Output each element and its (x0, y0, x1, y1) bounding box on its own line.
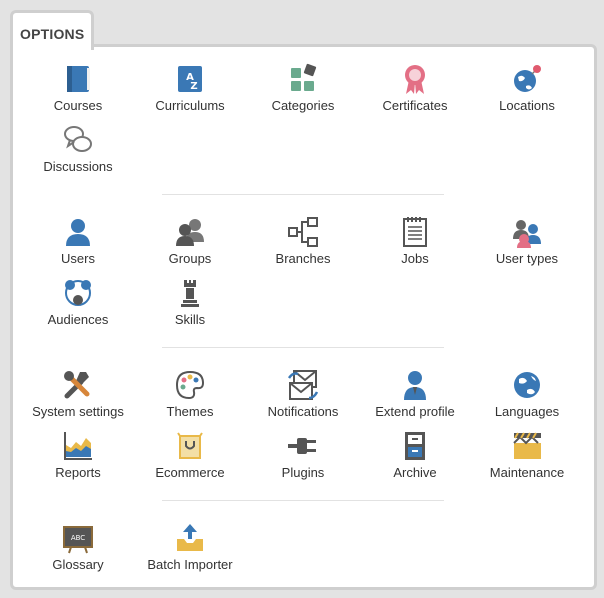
languages-option[interactable]: Languages (471, 368, 583, 419)
curriculums-option[interactable]: A Z Curriculums (134, 62, 246, 113)
options-tab-label: OPTIONS (20, 26, 85, 42)
archive-option[interactable]: Archive (359, 429, 471, 480)
ecommerce-label: Ecommerce (155, 465, 225, 480)
locations-label: Locations (499, 98, 555, 113)
courses-label: Courses (53, 98, 103, 113)
tree-branches-icon (288, 217, 318, 247)
speech-bubbles-icon (64, 126, 92, 152)
notifications-label: Notifications (267, 404, 339, 419)
categories-icon (291, 63, 317, 91)
maintenance-option[interactable]: Maintenance (471, 429, 583, 480)
plug-icon (288, 438, 316, 454)
upload-tray-icon (177, 524, 203, 551)
system-settings-label: System settings (32, 404, 124, 419)
ribbon-icon (405, 65, 425, 94)
batch-importer-label: Batch Importer (147, 557, 233, 572)
section-divider (162, 500, 444, 501)
themes-option[interactable]: Themes (134, 368, 246, 419)
maintenance-label: Maintenance (489, 465, 565, 480)
branches-option[interactable]: Branches (247, 215, 359, 266)
palette-icon (175, 370, 205, 400)
globe-icon (514, 372, 540, 398)
skills-label: Skills (174, 312, 206, 327)
audiences-label: Audiences (47, 312, 109, 327)
section-divider (162, 347, 444, 348)
notepad-icon (403, 217, 427, 247)
courses-option[interactable]: Courses (22, 62, 134, 113)
tools-icon (64, 371, 90, 399)
user-types-option[interactable]: User types (471, 215, 583, 266)
shopping-bag-icon (177, 432, 203, 459)
chart-icon (64, 432, 92, 460)
users-option[interactable]: Users (22, 215, 134, 266)
archive-label: Archive (393, 465, 437, 480)
plugins-option[interactable]: Plugins (247, 429, 359, 480)
certificates-option[interactable]: Certificates (359, 62, 471, 113)
glossary-option[interactable]: ABC Glossary (22, 521, 134, 572)
az-book-icon: A Z (178, 66, 202, 92)
users-label: Users (61, 251, 95, 266)
user-icon (66, 219, 90, 246)
ecommerce-option[interactable]: Ecommerce (134, 429, 246, 480)
locations-option[interactable]: Locations (471, 62, 583, 113)
system-settings-option[interactable]: System settings (22, 368, 134, 419)
categories-option[interactable]: Categories (247, 62, 359, 113)
reports-label: Reports (55, 465, 101, 480)
archive-icon (405, 432, 425, 460)
jobs-label: Jobs (401, 251, 429, 266)
batch-importer-option[interactable]: Batch Importer (134, 521, 246, 572)
skills-option[interactable]: Skills (134, 276, 246, 327)
extend-profile-option[interactable]: Extend profile (359, 368, 471, 419)
discussions-option[interactable]: Discussions (22, 123, 134, 174)
profile-icon (404, 371, 426, 400)
discussions-label: Discussions (43, 159, 113, 174)
envelope-icon (287, 370, 319, 400)
globe-pin-icon (514, 65, 541, 92)
audience-icon (65, 280, 91, 306)
user-types-label: User types (495, 251, 559, 266)
languages-label: Languages (494, 404, 560, 419)
plugins-label: Plugins (281, 465, 325, 480)
notifications-option[interactable]: Notifications (247, 368, 359, 419)
glossary-label: Glossary (52, 557, 104, 572)
themes-label: Themes (166, 404, 214, 419)
audiences-option[interactable]: Audiences (22, 276, 134, 327)
group-icon (176, 219, 204, 246)
section-divider (162, 194, 444, 195)
user-types-icon (513, 220, 541, 248)
svg-text:Z: Z (190, 81, 197, 92)
extend-profile-label: Extend profile (375, 404, 455, 419)
reports-option[interactable]: Reports (22, 429, 134, 480)
book-icon (67, 66, 90, 92)
certificates-label: Certificates (382, 98, 448, 113)
categories-label: Categories (271, 98, 335, 113)
jobs-option[interactable]: Jobs (359, 215, 471, 266)
curriculums-label: Curriculums (155, 98, 225, 113)
chess-rook-icon (181, 280, 199, 307)
maintenance-icon (513, 432, 541, 459)
groups-option[interactable]: Groups (134, 215, 246, 266)
branches-label: Branches (275, 251, 331, 266)
blackboard-icon: ABC (63, 526, 93, 554)
svg-text:ABC: ABC (71, 534, 85, 542)
groups-label: Groups (168, 251, 212, 266)
options-tab[interactable]: OPTIONS (10, 10, 94, 50)
